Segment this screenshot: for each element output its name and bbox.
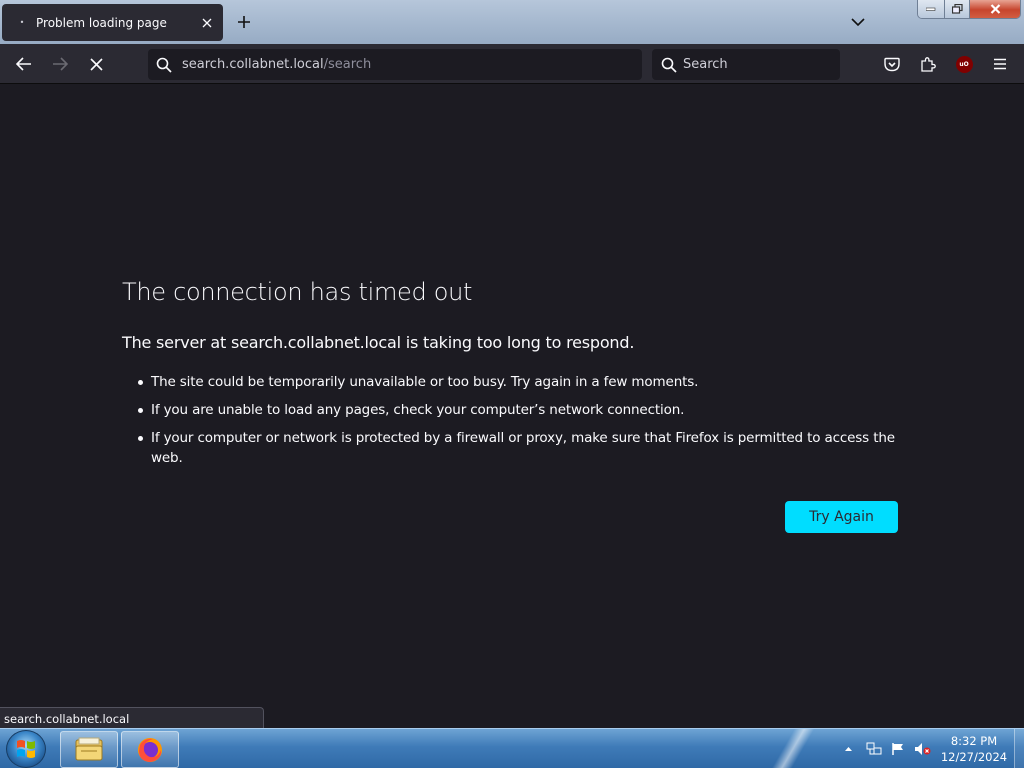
error-title: The connection has timed out — [122, 278, 473, 306]
restore-icon — [951, 4, 963, 14]
stop-button[interactable] — [82, 50, 110, 78]
url-path: /search — [323, 57, 372, 72]
action-center-tray-icon[interactable] — [890, 729, 906, 768]
url-host: search.collabnet.local — [182, 57, 324, 72]
tab-strip: • Problem loading page — [0, 0, 1024, 44]
list-item: The site could be temporarily unavailabl… — [138, 372, 911, 392]
window-close-button[interactable] — [970, 0, 1020, 18]
show-desktop-button[interactable] — [1014, 729, 1024, 768]
hamburger-menu-icon — [994, 58, 1006, 70]
folder-icon — [75, 737, 103, 760]
speaker-muted-icon — [915, 743, 931, 755]
taskbar-explorer-button[interactable] — [60, 731, 118, 768]
stop-x-icon — [89, 57, 103, 71]
forward-button[interactable] — [46, 50, 74, 78]
taskbar-firefox-button[interactable] — [121, 731, 179, 768]
network-icon — [866, 742, 882, 755]
ublock-shield-icon: uO — [955, 55, 973, 73]
taskbar: 8:32 PM 12/27/2024 — [0, 728, 1024, 768]
taskbar-glare — [760, 729, 820, 768]
error-description: The server at search.collabnet.local is … — [122, 333, 635, 352]
taskbar-clock[interactable]: 8:32 PM 12/27/2024 — [938, 733, 1010, 765]
new-tab-button[interactable] — [232, 10, 256, 34]
plus-icon — [238, 16, 250, 28]
close-icon[interactable] — [195, 11, 219, 35]
error-page: The connection has timed out The server … — [0, 85, 1024, 728]
search-icon — [156, 57, 172, 73]
back-button[interactable] — [10, 50, 38, 78]
close-x-icon — [990, 4, 1000, 14]
arrow-left-icon — [16, 57, 31, 71]
volume-tray-icon[interactable] — [914, 729, 932, 768]
flag-icon — [892, 743, 903, 755]
list-item: If your computer or network is protected… — [138, 428, 911, 468]
search-icon — [661, 57, 677, 73]
search-input[interactable] — [683, 57, 833, 72]
url-bar[interactable]: search.collabnet.local/search — [148, 49, 642, 80]
try-again-button[interactable]: Try Again — [785, 501, 898, 533]
pocket-button[interactable] — [878, 50, 906, 78]
tab-problem-loading[interactable]: • Problem loading page — [2, 4, 223, 41]
ublock-origin-button[interactable]: uO — [950, 50, 978, 78]
restore-button[interactable] — [945, 0, 970, 18]
clock-date: 12/27/2024 — [940, 750, 1008, 764]
pocket-icon — [884, 57, 900, 71]
window-controls — [917, 0, 1021, 19]
puzzle-piece-icon — [921, 57, 936, 72]
list-item: If you are unable to load any pages, che… — [138, 400, 911, 420]
status-panel: search.collabnet.local — [0, 707, 264, 729]
network-tray-icon[interactable] — [866, 729, 882, 768]
show-hidden-icons-button[interactable] — [844, 729, 853, 768]
list-all-tabs-button[interactable] — [846, 10, 870, 34]
suggestion-list: The site could be temporarily unavailabl… — [138, 372, 911, 476]
clock-time: 8:32 PM — [950, 734, 998, 748]
arrow-right-icon — [53, 57, 68, 71]
search-bar[interactable] — [652, 49, 840, 80]
chevron-down-icon — [851, 17, 865, 26]
tab-title: Problem loading page — [36, 15, 167, 30]
desktop-screen: • Problem loading page uO search.collabn… — [0, 0, 1024, 768]
chevron-up-icon — [845, 747, 852, 751]
app-menu-button[interactable] — [986, 50, 1014, 78]
start-button[interactable] — [6, 730, 46, 768]
minimize-button[interactable] — [918, 0, 945, 18]
minimize-icon — [926, 7, 936, 11]
firefox-icon — [138, 737, 162, 762]
windows-logo-icon — [17, 740, 35, 758]
loading-dot-icon: • — [19, 18, 25, 27]
extensions-button[interactable] — [914, 50, 942, 78]
